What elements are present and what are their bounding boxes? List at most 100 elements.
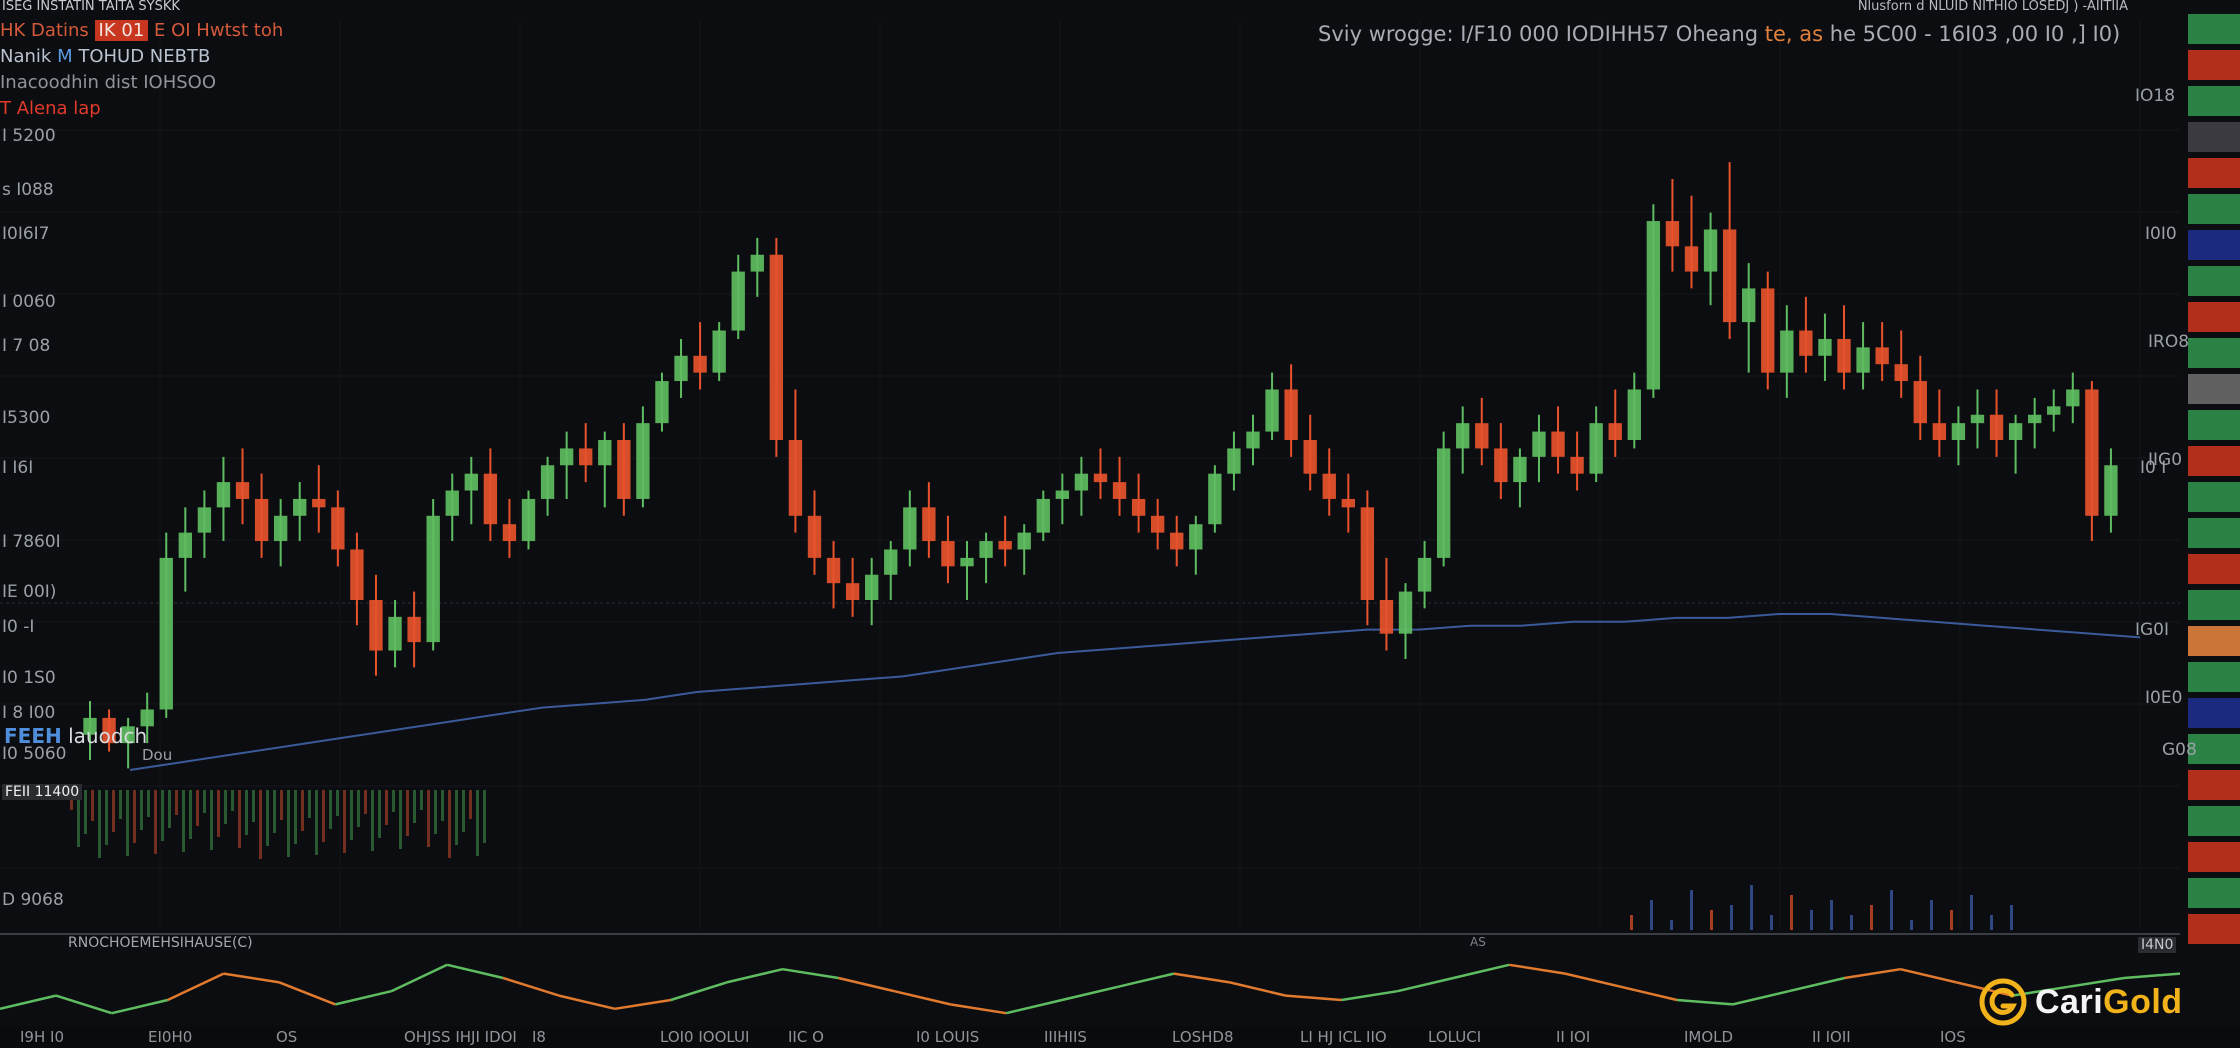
fill-bar (294, 790, 297, 844)
title-bar: ISEG INSTATIN TAITA SYSKK Nlusforn d NLU… (0, 0, 2240, 14)
left-axis-tick: s I088 (2, 180, 54, 200)
candle (1456, 406, 1470, 474)
header-right-info: Nlusforn d NLUID NITHIO LOSEDJ ) -AIITII… (1857, 0, 2128, 14)
candle (1341, 473, 1355, 533)
oscillator-segment (1117, 972, 1175, 989)
candle-body (1589, 423, 1603, 474)
fill-bar (315, 790, 318, 855)
candle-body (1684, 246, 1699, 272)
candle-body (731, 271, 745, 331)
candle (426, 498, 440, 651)
candle-body (388, 616, 402, 651)
candle (1932, 389, 1947, 457)
ladder-cell (2188, 158, 2240, 188)
candle-body (1131, 498, 1146, 516)
fill-bar (189, 790, 192, 839)
left-axis-tick: D 9068 (2, 890, 64, 910)
left-axis-tick: I 7860I (2, 532, 61, 552)
candle-body (826, 557, 841, 584)
candle (1074, 456, 1089, 516)
ladder-cell (2188, 590, 2240, 620)
oscillator-segment (223, 972, 280, 984)
candle-body (521, 498, 536, 542)
candle-body (502, 524, 517, 542)
candle-body (655, 381, 669, 424)
candle-body (845, 583, 860, 600)
candle-body (1284, 389, 1298, 440)
candle (197, 490, 212, 558)
oscillator-segment (782, 967, 839, 980)
candle-body (1150, 515, 1165, 533)
volume-bar (1710, 910, 1713, 930)
candle (1131, 473, 1146, 533)
candle-body (579, 448, 593, 466)
candle-body (1875, 347, 1889, 365)
candle (254, 473, 269, 558)
volume-bar (1910, 920, 1913, 930)
left-axis-tick: I 5200 (2, 126, 56, 146)
time-axis-tick: I0 LOUIS (916, 1028, 980, 1046)
candle (483, 448, 498, 542)
candle (273, 498, 288, 567)
fill-bar (140, 790, 143, 830)
candle (788, 389, 803, 533)
volume-bar (1690, 890, 1693, 930)
candle-body (1341, 498, 1355, 508)
time-axis-tick: OHJSS IHJI IDOI (404, 1028, 517, 1046)
candle-body (445, 490, 459, 516)
oscillator-segment (1061, 985, 1119, 1002)
fill-bar (266, 790, 269, 846)
info-line-1-prefix: HK Datins (0, 20, 89, 41)
ladder-cell (2188, 374, 2240, 404)
headline-orange: te, as (1764, 22, 1824, 46)
fill-bar (105, 790, 108, 845)
candle (941, 515, 955, 584)
left-axis-tick: I I6I (2, 458, 34, 478)
ladder-cell (2188, 122, 2240, 152)
candle-body (903, 507, 917, 550)
fill-bar (175, 790, 178, 815)
candle (216, 456, 231, 542)
fill-bar (350, 790, 353, 840)
oscillator-segment (950, 1003, 1007, 1015)
candle (312, 465, 326, 533)
volume-bar (1950, 910, 1953, 930)
logo-word-b: Gold (2103, 982, 2183, 1021)
candle (2028, 397, 2042, 449)
fill-bar (203, 790, 206, 813)
candle (1780, 305, 1794, 398)
chart-grid (0, 20, 2180, 935)
candle (1837, 305, 1851, 390)
left-axis-tick: I0 1S0 (2, 668, 56, 688)
info-line-1-tag[interactable]: IK 01 (94, 20, 149, 41)
time-axis-tick: II IOII (1812, 1028, 1851, 1046)
fill-bar (434, 790, 437, 834)
candle-body (1208, 473, 1222, 525)
candle-body (159, 557, 173, 710)
candle-body (693, 355, 707, 373)
candle (388, 600, 402, 668)
candle-body (1703, 229, 1718, 272)
candle (865, 557, 879, 626)
fill-bar (273, 790, 276, 833)
candle-body (1303, 440, 1317, 474)
ladder-cell (2188, 338, 2240, 368)
candle (1112, 456, 1127, 516)
candle-series (83, 162, 2118, 769)
candle (1856, 322, 1870, 390)
candle (2104, 448, 2118, 533)
candlestick-chart[interactable] (0, 0, 2240, 1048)
fill-bar (168, 790, 171, 828)
candle-body (1837, 338, 1851, 373)
fill-bar (126, 790, 129, 856)
candle (1436, 431, 1451, 567)
volume-bar (1810, 910, 1813, 930)
ladder-cell (2188, 194, 2240, 224)
time-axis-tick: OS (276, 1028, 298, 1046)
candle (502, 498, 517, 558)
candle (845, 557, 860, 617)
fill-bar (413, 790, 416, 823)
oscillator-segment (1005, 998, 1063, 1015)
candle-body (941, 541, 955, 567)
candle-body (1036, 498, 1050, 533)
